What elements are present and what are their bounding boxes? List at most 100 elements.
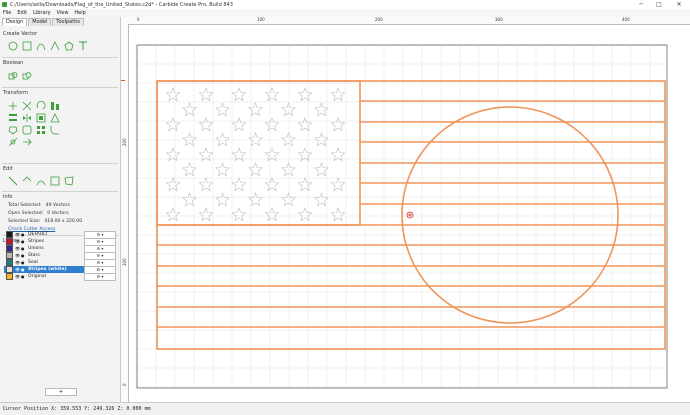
- star-shape[interactable]: [198, 87, 214, 102]
- join-tool-icon[interactable]: [20, 124, 34, 135]
- visibility-eye-icon[interactable]: 👁: [15, 274, 20, 279]
- star-shape[interactable]: [281, 102, 296, 117]
- polyline-tool-icon[interactable]: [48, 40, 62, 51]
- add-layer-button[interactable]: +: [45, 388, 77, 396]
- star-shape[interactable]: [314, 192, 329, 207]
- group-tool-icon[interactable]: [34, 112, 48, 123]
- layer-color-swatch[interactable]: [6, 266, 13, 273]
- tab-design[interactable]: Design: [2, 18, 28, 26]
- weld-tool-icon[interactable]: [6, 70, 20, 81]
- star-shape[interactable]: [281, 192, 296, 207]
- align-tool-icon[interactable]: [48, 100, 62, 111]
- layer-color-swatch[interactable]: [6, 238, 13, 245]
- star-shape[interactable]: [281, 162, 296, 177]
- lock-icon[interactable]: ●: [21, 274, 25, 279]
- tab-model[interactable]: Model: [28, 18, 52, 26]
- array-tool-icon[interactable]: [34, 124, 48, 135]
- star-shape[interactable]: [297, 87, 313, 102]
- visibility-eye-icon[interactable]: 👁: [15, 253, 20, 258]
- star-shape[interactable]: [165, 117, 181, 132]
- mirror-tool-icon[interactable]: [20, 112, 34, 123]
- extend-tool-icon[interactable]: [20, 136, 34, 147]
- offset-tool-icon[interactable]: [6, 124, 20, 135]
- lock-icon[interactable]: ●: [21, 260, 25, 265]
- lock-icon[interactable]: ●: [21, 253, 25, 258]
- knife-tool-icon[interactable]: [6, 175, 20, 186]
- star-shape[interactable]: [297, 207, 313, 222]
- star-shape[interactable]: [231, 87, 247, 102]
- minimize-button[interactable]: ─: [634, 0, 648, 9]
- trim-tool-icon[interactable]: [6, 136, 20, 147]
- menu-edit[interactable]: Edit: [17, 10, 27, 16]
- visibility-eye-icon[interactable]: 👁: [15, 246, 20, 251]
- node-edit-tool-icon[interactable]: [48, 112, 62, 123]
- star-shape[interactable]: [264, 207, 280, 222]
- lock-icon[interactable]: ●: [21, 239, 25, 244]
- star-shape[interactable]: [165, 207, 181, 222]
- star-shape[interactable]: [281, 132, 296, 147]
- curve-tool-icon[interactable]: [34, 40, 48, 51]
- lock-icon[interactable]: ●: [21, 267, 25, 272]
- layer-row-original[interactable]: 👁 ● Original ⚙ ▾: [4, 272, 116, 281]
- subtract-tool-icon[interactable]: [20, 70, 34, 81]
- star-shape[interactable]: [198, 177, 214, 192]
- menu-view[interactable]: View: [57, 10, 69, 16]
- fillet-tool-icon[interactable]: [48, 124, 62, 135]
- star-shape[interactable]: [330, 177, 346, 192]
- star-shape[interactable]: [231, 207, 247, 222]
- layer-color-swatch[interactable]: [6, 245, 13, 252]
- design-canvas[interactable]: [129, 25, 690, 402]
- tab-toolpaths[interactable]: Toolpaths: [52, 18, 84, 26]
- menu-library[interactable]: Library: [33, 10, 50, 16]
- lock-icon[interactable]: ●: [21, 246, 25, 251]
- move-tool-icon[interactable]: [6, 100, 20, 111]
- seal-circle[interactable]: [401, 106, 619, 324]
- circle-tool-icon[interactable]: [6, 40, 20, 51]
- smooth-tool-icon[interactable]: [34, 175, 48, 186]
- star-shape[interactable]: [165, 177, 181, 192]
- star-shape[interactable]: [264, 117, 280, 132]
- layer-settings-button[interactable]: ⚙ ▾: [84, 272, 116, 281]
- box-tool-icon[interactable]: [48, 175, 62, 186]
- star-shape[interactable]: [330, 87, 346, 102]
- star-shape[interactable]: [330, 207, 346, 222]
- star-shape[interactable]: [198, 117, 214, 132]
- distribute-tool-icon[interactable]: [6, 112, 20, 123]
- star-shape[interactable]: [231, 117, 247, 132]
- layer-color-swatch[interactable]: [6, 273, 13, 280]
- star-shape[interactable]: [314, 162, 329, 177]
- union-rectangle[interactable]: [156, 80, 361, 226]
- star-shape[interactable]: [215, 102, 230, 117]
- star-shape[interactable]: [215, 192, 230, 207]
- star-shape[interactable]: [165, 87, 181, 102]
- visibility-eye-icon[interactable]: 👁: [15, 232, 20, 237]
- layer-color-swatch[interactable]: [6, 259, 13, 266]
- star-shape[interactable]: [314, 132, 329, 147]
- star-shape[interactable]: [231, 177, 247, 192]
- menu-help[interactable]: Help: [74, 10, 85, 16]
- star-shape[interactable]: [215, 132, 230, 147]
- star-shape[interactable]: [297, 177, 313, 192]
- close-button[interactable]: ✕: [672, 0, 686, 9]
- star-shape[interactable]: [264, 87, 280, 102]
- menu-file[interactable]: File: [3, 10, 11, 16]
- layer-color-swatch[interactable]: [6, 252, 13, 259]
- warp-tool-icon[interactable]: [62, 175, 76, 186]
- star-shape[interactable]: [198, 207, 214, 222]
- scale-tool-icon[interactable]: [20, 100, 34, 111]
- visibility-eye-icon[interactable]: 👁: [15, 239, 20, 244]
- origin-crosshair-icon[interactable]: [406, 211, 414, 219]
- rotate-tool-icon[interactable]: [34, 100, 48, 111]
- polygon-tool-icon[interactable]: [62, 40, 76, 51]
- star-shape[interactable]: [330, 117, 346, 132]
- layer-color-swatch[interactable]: [6, 231, 13, 238]
- rectangle-tool-icon[interactable]: [20, 40, 34, 51]
- visibility-eye-icon[interactable]: 👁: [15, 260, 20, 265]
- text-tool-icon[interactable]: [76, 40, 90, 51]
- canvas-drawing[interactable]: [129, 25, 690, 402]
- star-shape[interactable]: [264, 177, 280, 192]
- visibility-eye-icon[interactable]: 👁: [15, 267, 20, 272]
- star-shape[interactable]: [297, 117, 313, 132]
- stars-group[interactable]: [165, 87, 346, 222]
- maximize-button[interactable]: □: [652, 0, 666, 9]
